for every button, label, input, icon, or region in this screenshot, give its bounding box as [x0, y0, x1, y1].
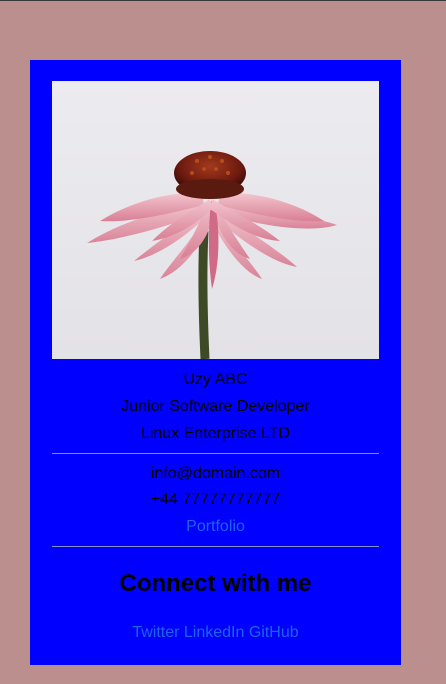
portfolio-row: Portfolio	[30, 517, 401, 537]
top-border	[0, 0, 446, 1]
contact-email: info@domain.com	[150, 465, 281, 482]
divider-top	[52, 453, 379, 454]
github-link[interactable]: GitHub	[249, 624, 299, 641]
twitter-link[interactable]: Twitter	[132, 624, 179, 641]
contact-phone: +44 77777777777	[150, 491, 281, 508]
profile-job-title: Junior Software Developer	[121, 398, 310, 415]
divider-bottom	[52, 546, 379, 547]
profile-name: Uzy ABC	[183, 371, 248, 388]
profile-card: Uzy ABC Junior Software Developer Linux …	[30, 60, 401, 665]
profile-photo	[52, 81, 379, 359]
portfolio-link[interactable]: Portfolio	[186, 518, 245, 535]
social-links: Twitter LinkedIn GitHub	[30, 623, 401, 643]
linkedin-link[interactable]: LinkedIn	[184, 624, 245, 641]
profile-company: Linux Enterprise LTD	[140, 425, 291, 442]
connect-heading: Connect with me	[119, 570, 312, 597]
